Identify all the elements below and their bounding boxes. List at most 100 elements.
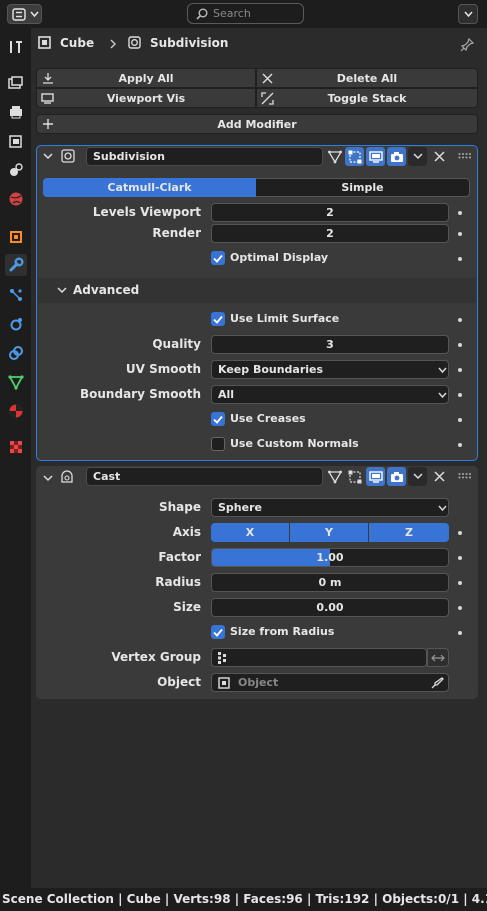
tab-catmull-clark[interactable]: Catmull-Clark xyxy=(43,178,256,197)
vertex-group-field[interactable] xyxy=(211,648,427,667)
tab-tool[interactable] xyxy=(5,36,27,58)
tab-modifiers[interactable] xyxy=(5,254,27,276)
modifier-extra-dropdown[interactable] xyxy=(408,467,427,486)
modifier-name-field[interactable]: Subdivision xyxy=(86,147,323,166)
keyframe-dot[interactable] xyxy=(458,531,462,535)
size-from-radius-label: Size from Radius xyxy=(230,625,335,638)
chevron-down-icon[interactable] xyxy=(43,153,53,160)
keyframe-dot[interactable] xyxy=(458,232,462,236)
tab-object[interactable] xyxy=(5,226,27,248)
tab-view-layer[interactable] xyxy=(5,130,27,152)
size-from-radius-checkbox[interactable] xyxy=(211,625,225,639)
keyframe-dot[interactable] xyxy=(458,368,462,372)
drag-handle-icon[interactable] xyxy=(458,153,472,159)
advanced-subpanel-body xyxy=(38,303,476,459)
tab-texture[interactable] xyxy=(5,436,27,458)
viewport-vis-button[interactable]: Viewport Vis xyxy=(36,88,256,108)
delete-all-button[interactable]: Delete All xyxy=(256,68,478,88)
show-render-toggle[interactable] xyxy=(387,467,406,486)
monitor-icon xyxy=(368,470,383,483)
tab-scene[interactable] xyxy=(5,159,27,181)
close-x-icon xyxy=(262,73,273,84)
optimal-display-checkbox[interactable] xyxy=(211,251,225,265)
render-levels-field[interactable]: 2 xyxy=(211,224,449,243)
double-arrow-icon xyxy=(431,654,445,661)
keyframe-dot[interactable] xyxy=(458,556,462,560)
tab-material[interactable] xyxy=(5,400,27,422)
tab-object-data[interactable] xyxy=(5,371,27,393)
use-limit-surface-label: Use Limit Surface xyxy=(230,312,340,325)
apply-all-button[interactable]: Apply All xyxy=(36,68,256,88)
keyframe-dot[interactable] xyxy=(458,257,462,261)
keyframe-dot[interactable] xyxy=(458,606,462,610)
axis-x-toggle[interactable]: X xyxy=(211,523,289,542)
search-placeholder: Search xyxy=(213,7,251,20)
axis-y-toggle[interactable]: Y xyxy=(290,523,368,542)
tab-physics[interactable] xyxy=(5,313,27,335)
boundary-smooth-select[interactable]: All xyxy=(211,385,449,404)
shape-select[interactable]: Sphere xyxy=(211,498,449,517)
texture-checker-icon xyxy=(10,441,22,453)
use-custom-normals-checkbox[interactable] xyxy=(211,437,225,451)
chevron-right-icon xyxy=(110,39,116,49)
object-field[interactable]: Object xyxy=(211,673,449,692)
chevron-down-icon[interactable] xyxy=(43,475,53,482)
tab-constraints[interactable] xyxy=(5,342,27,364)
on-cage-toggle[interactable] xyxy=(345,147,364,166)
factor-slider-fill xyxy=(212,549,330,566)
drag-handle-icon[interactable] xyxy=(458,473,472,479)
chevron-down-icon xyxy=(438,367,447,374)
add-modifier-button[interactable]: Add Modifier xyxy=(36,114,478,134)
keyframe-dot[interactable] xyxy=(458,343,462,347)
show-viewport-toggle[interactable] xyxy=(366,467,385,486)
tab-render[interactable] xyxy=(5,72,27,94)
levels-viewport-field[interactable]: 2 xyxy=(211,203,449,222)
tab-world[interactable] xyxy=(5,188,27,210)
keyframe-dot[interactable] xyxy=(458,443,462,447)
tab-output[interactable] xyxy=(5,101,27,123)
radius-field[interactable]: 0 m xyxy=(211,573,449,592)
keyframe-dot[interactable] xyxy=(458,418,462,422)
size-label: Size xyxy=(173,600,201,614)
monitor-icon xyxy=(41,93,54,104)
modifier-extra-dropdown[interactable] xyxy=(408,147,427,166)
use-limit-surface-checkbox[interactable] xyxy=(211,312,225,326)
edit-mode-toggle[interactable] xyxy=(325,467,344,486)
tab-simple[interactable]: Simple xyxy=(256,178,470,197)
boundary-smooth-value: All xyxy=(218,388,235,401)
show-viewport-toggle[interactable] xyxy=(366,147,385,166)
axis-z-toggle[interactable]: Z xyxy=(369,523,449,542)
eyedropper-icon[interactable] xyxy=(431,676,444,689)
pin-icon[interactable] xyxy=(460,37,475,52)
edit-mode-triangle-icon xyxy=(327,150,342,163)
close-x-icon[interactable] xyxy=(434,471,445,482)
options-dropdown-button[interactable] xyxy=(458,4,478,24)
keyframe-dot[interactable] xyxy=(458,631,462,635)
toggle-stack-label: Toggle Stack xyxy=(327,91,407,105)
axis-label: Axis xyxy=(172,525,201,539)
close-x-icon[interactable] xyxy=(434,151,445,162)
keyframe-dot[interactable] xyxy=(458,211,462,215)
modifier-name-field[interactable]: Cast xyxy=(86,467,323,486)
on-cage-toggle[interactable] xyxy=(345,467,364,486)
factor-slider[interactable]: 1.00 xyxy=(211,548,449,567)
edit-mode-toggle[interactable] xyxy=(325,147,344,166)
keyframe-dot[interactable] xyxy=(458,318,462,322)
tab-particles[interactable] xyxy=(5,284,27,306)
size-field[interactable]: 0.00 xyxy=(211,598,449,617)
mesh-triangle-icon xyxy=(8,375,24,390)
editor-type-button[interactable] xyxy=(7,4,42,24)
use-creases-checkbox[interactable] xyxy=(211,412,225,426)
keyframe-dot[interactable] xyxy=(458,581,462,585)
invert-vertex-group-button[interactable] xyxy=(427,648,449,667)
search-input[interactable]: Search xyxy=(187,3,304,24)
toggle-stack-button[interactable]: Toggle Stack xyxy=(256,88,478,108)
quality-field[interactable]: 3 xyxy=(211,335,449,354)
keyframe-dot[interactable] xyxy=(458,393,462,397)
uv-smooth-select[interactable]: Keep Boundaries xyxy=(211,360,449,379)
constraints-icon xyxy=(9,346,23,360)
monitor-icon xyxy=(368,150,383,163)
advanced-subpanel-header[interactable]: Advanced xyxy=(38,278,476,303)
show-render-toggle[interactable] xyxy=(387,147,406,166)
material-sphere-icon xyxy=(9,404,23,418)
